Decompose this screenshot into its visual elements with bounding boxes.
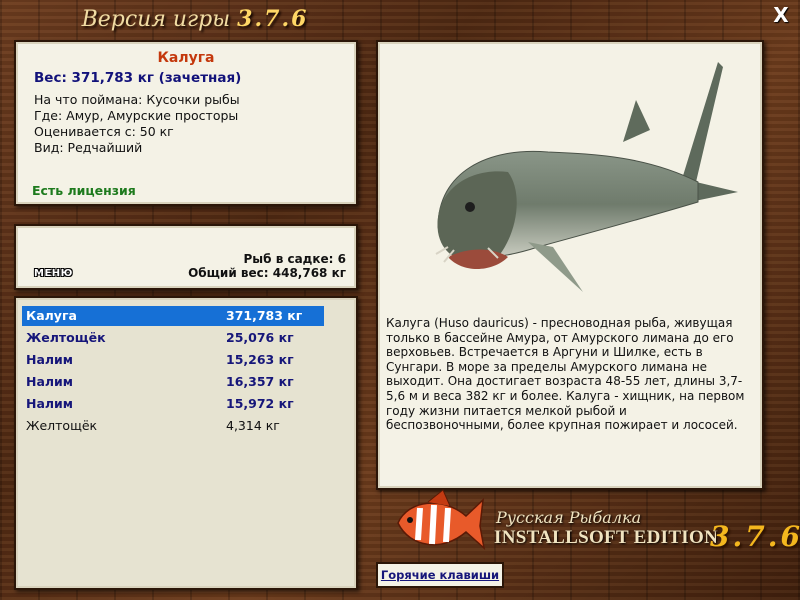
fish-description: Калуга (Huso dauricus) - пресноводная ры… <box>386 316 745 433</box>
list-item[interactable]: Желтощёк 25,076 кг <box>22 328 324 348</box>
title-version: 3.7.6 <box>237 6 309 32</box>
catch-list: Калуга 371,783 кг Желтощёк 25,076 кг Налим 15… <box>14 296 358 590</box>
list-item-name: Калуга <box>26 308 77 323</box>
list-item-weight: 4,314 кг <box>226 418 280 433</box>
brand-logo: Русская Рыбалка INSTALLSOFT EDITION <box>494 508 718 549</box>
list-item[interactable]: Желтощёк 4,314 кг <box>22 416 324 436</box>
fish-weight: Вес: 371,783 кг (зачетная) <box>34 70 242 86</box>
brand-edition: INSTALLSOFT EDITION <box>494 527 719 548</box>
keep-net-panel: МЕНЮ Рыб в садке: 6 Общий вес: 448,768 к… <box>14 224 358 290</box>
total-weight: Общий вес: 448,768 кг <box>188 266 346 280</box>
fish-count: Рыб в садке: 6 <box>243 252 347 266</box>
caught-on: На что поймана: Кусочки рыбы <box>34 92 240 107</box>
list-item[interactable]: Налим 15,263 кг <box>22 350 324 370</box>
fish-illustration <box>435 62 738 292</box>
list-item-name: Налим <box>26 396 74 411</box>
close-icon: X <box>773 3 789 27</box>
fish-kind: Вид: Редчайший <box>34 140 143 155</box>
hotkeys-button[interactable]: Горячие клавиши <box>376 562 504 588</box>
keep-net-summary: Рыб в садке: 6 Общий вес: 448,768 кг <box>188 252 346 280</box>
list-item[interactable]: Калуга 371,783 кг <box>22 306 324 326</box>
list-item-name: Желтощёк <box>26 330 106 345</box>
list-item-weight: 25,076 кг <box>226 330 294 345</box>
brand-version: 3.7.6 <box>710 520 800 553</box>
list-item-name: Желтощёк <box>26 418 98 433</box>
list-item[interactable]: Налим 15,972 кг <box>22 394 324 414</box>
window-title: Версия игры 3.7.6 <box>0 6 390 32</box>
fish-image-panel: Калуга (Huso dauricus) - пресноводная ры… <box>376 40 764 490</box>
list-item-name: Налим <box>26 374 74 389</box>
brand-title: Русская Рыбалка <box>496 508 642 527</box>
list-item-weight: 16,357 кг <box>226 374 294 389</box>
rated-from: Оценивается с: 50 кг <box>34 124 174 139</box>
catch-location: Где: Амур, Амурские просторы <box>34 108 239 123</box>
close-button[interactable]: X <box>770 4 792 26</box>
title-prefix: Версия игры <box>81 7 231 32</box>
menu-button[interactable]: МЕНЮ <box>34 268 73 279</box>
fish-info-panel: Калуга Вес: 371,783 кг (зачетная) На что… <box>14 40 358 206</box>
list-item-weight: 15,972 кг <box>226 396 294 411</box>
list-item[interactable]: Налим 16,357 кг <box>22 372 324 392</box>
list-item-name: Налим <box>26 352 74 367</box>
license-status: Есть лицензия <box>32 183 136 198</box>
list-item-weight: 15,263 кг <box>226 352 294 367</box>
list-item-weight: 371,783 кг <box>226 308 303 323</box>
fish-logo-icon <box>397 489 486 551</box>
fish-name: Калуга <box>157 50 215 66</box>
